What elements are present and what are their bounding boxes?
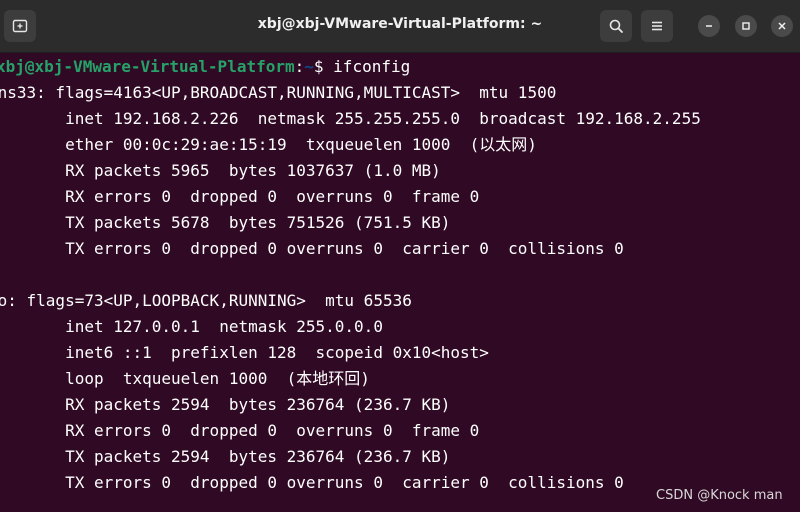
prompt-user-host: xbj@xbj-VMware-Virtual-Platform [0,57,295,76]
prompt-line: xbj@xbj-VMware-Virtual-Platform:~$ ifcon… [0,54,410,80]
hamburger-menu-icon [652,21,662,31]
output-line: inet6 ::1 prefixlen 128 scopeid 0x10<hos… [0,343,489,362]
minimize-icon [706,25,712,27]
output-line: inet 127.0.0.1 netmask 255.0.0.0 [0,317,383,336]
new-tab-icon [12,19,28,33]
menu-button[interactable] [641,10,673,42]
output-line: TX packets 5678 bytes 751526 (751.5 KB) [0,213,451,232]
output-line: RX packets 2594 bytes 236764 (236.7 KB) [0,395,451,414]
search-icon [609,19,623,33]
close-icon [778,22,786,30]
output-line: ens33: flags=4163<UP,BROADCAST,RUNNING,M… [0,83,557,102]
output-line: TX packets 2594 bytes 236764 (236.7 KB) [0,447,451,466]
output-line: ether 00:0c:29:ae:15:19 txqueuelen 1000 … [0,135,537,154]
prompt-command: ifconfig [333,57,411,76]
output-line: TX errors 0 dropped 0 overruns 0 carrier… [0,239,624,258]
watermark: CSDN @Knock man [656,488,783,503]
output-line: RX errors 0 dropped 0 overruns 0 frame 0 [0,421,480,440]
prompt-path: ~ [304,57,314,76]
maximize-button[interactable] [735,15,757,37]
title-bar: xbj@xbj-VMware-Virtual-Platform: ~ [0,0,800,53]
output-line: inet 192.168.2.226 netmask 255.255.255.0… [0,109,701,128]
output-line: TX errors 0 dropped 0 overruns 0 carrier… [0,473,624,492]
terminal-output[interactable]: xbj@xbj-VMware-Virtual-Platform:~$ ifcon… [0,52,800,512]
output-line: lo: flags=73<UP,LOOPBACK,RUNNING> mtu 65… [0,291,412,310]
minimize-button[interactable] [698,15,720,37]
new-tab-button[interactable] [4,10,36,42]
maximize-icon [742,22,750,30]
close-button[interactable] [771,15,793,37]
window-title: xbj@xbj-VMware-Virtual-Platform: ~ [257,16,543,32]
output-line: loop txqueuelen 1000 (本地环回) [0,369,370,388]
prompt-separator: : [294,57,305,76]
output-line: RX errors 0 dropped 0 overruns 0 frame 0 [0,187,480,206]
prompt-symbol: $ [313,57,334,76]
search-button[interactable] [600,10,632,42]
output-line: RX packets 5965 bytes 1037637 (1.0 MB) [0,161,441,180]
